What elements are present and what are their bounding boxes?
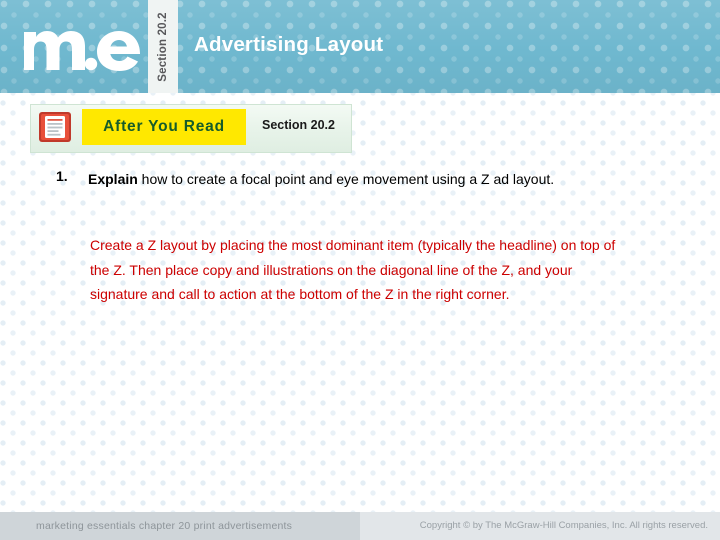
after-you-read-banner: After You Read Section 20.2 bbox=[30, 104, 352, 153]
header-section-strip: Section 20.2 bbox=[148, 0, 178, 93]
question-text: Explain how to create a focal point and … bbox=[88, 168, 608, 190]
slide: Section 20.2 Advertising Layout After Yo… bbox=[0, 0, 720, 540]
slide-header: Section 20.2 Advertising Layout bbox=[0, 0, 720, 93]
answer-text: Create a Z layout by placing the most do… bbox=[90, 237, 616, 302]
question-rest: how to create a focal point and eye move… bbox=[137, 171, 555, 187]
question-number: 1. bbox=[56, 168, 68, 184]
header-section-label: Section 20.2 bbox=[157, 11, 169, 82]
page-title: Advertising Layout bbox=[194, 33, 384, 56]
banner-title: After You Read bbox=[103, 118, 225, 135]
footer-book-reference: marketing essentials chapter 20 print ad… bbox=[36, 520, 293, 532]
banner-section-label: Section 20.2 bbox=[262, 118, 335, 132]
question-lead-word: Explain bbox=[88, 171, 138, 187]
me-logo bbox=[22, 18, 142, 74]
footer-copyright: Copyright © by The McGraw-Hill Companies… bbox=[419, 520, 708, 531]
document-notes-icon bbox=[38, 111, 72, 143]
banner-title-highlight: After You Read bbox=[82, 109, 246, 145]
slide-footer: marketing essentials chapter 20 print ad… bbox=[0, 512, 720, 540]
